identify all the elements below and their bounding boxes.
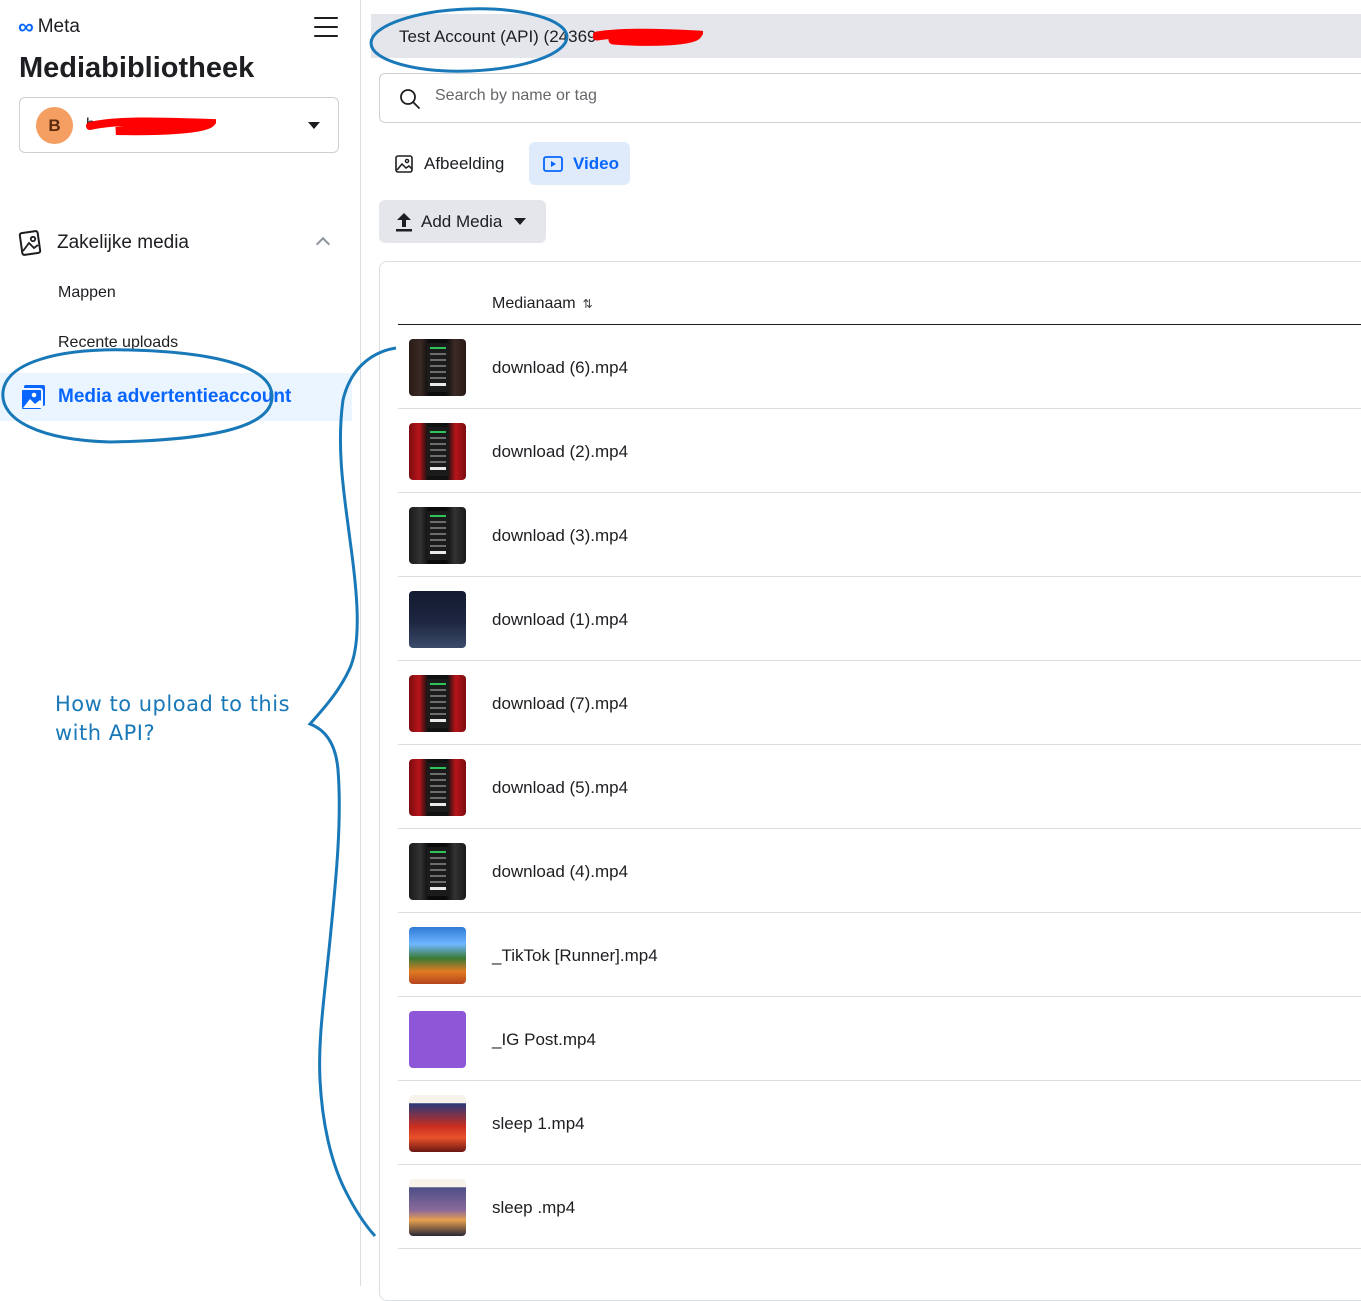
media-name: _IG Post.mp4 [492,1030,596,1049]
upload-icon [396,212,412,231]
page-title: Mediabibliotheek [19,52,255,84]
add-media-label: Add Media [421,211,503,231]
tab-afbeelding[interactable]: Afbeelding [379,142,519,185]
table-row[interactable]: download (2).mp4 [398,409,1361,493]
ad-account-media-icon [20,385,45,411]
account-title: Test Account (API) (24369 [399,27,597,46]
tab-video[interactable]: Video [529,142,630,185]
avatar: B [36,107,73,144]
chevron-down-icon [308,122,320,129]
video-thumbnail [409,927,466,984]
video-thumbnail [409,675,466,732]
media-name: download (5).mp4 [492,778,629,797]
video-thumbnail [409,843,466,900]
annotation-line-2: with API? [55,721,156,745]
add-media-button[interactable]: Add Media [379,200,546,243]
chevron-down-icon [514,218,527,225]
video-thumbnail [409,759,466,816]
sidebar: ∞ Meta Mediabibliotheek B b Zakelijke me… [0,0,361,1286]
media-name: download (1).mp4 [492,610,629,629]
video-thumbnail [409,423,466,480]
media-name: download (7).mp4 [492,694,629,713]
search-input[interactable] [433,86,1137,106]
table-row[interactable]: download (5).mp4 [398,745,1361,829]
media-name: download (2).mp4 [492,442,629,461]
video-icon [543,155,563,172]
video-thumbnail [409,1095,466,1152]
annotation-line-1: How to upload to this [55,692,291,716]
media-name: _TikTok [Runner].mp4 [492,946,658,965]
column-header-label: Medianaam [492,295,576,312]
sidebar-item-mappen[interactable]: Mappen [58,284,116,302]
media-table: Medianaam ⇅ download (6).mp4 download (2)… [379,261,1361,1301]
table-row[interactable]: download (4).mp4 [398,829,1361,913]
table-row[interactable]: _TikTok [Runner].mp4 [398,913,1361,997]
chevron-up-icon[interactable] [315,236,331,252]
meta-logo[interactable]: ∞ Meta [18,16,80,38]
redaction-mark [593,28,703,46]
media-name: sleep 1.mp4 [492,1114,585,1133]
tab-label: Video [573,153,619,173]
video-thumbnail [409,339,466,396]
table-row[interactable]: download (6).mp4 [398,325,1361,409]
column-header-medianaam[interactable]: Medianaam ⇅ [492,295,593,313]
meta-brand-text: Meta [37,16,80,37]
account-selector[interactable]: B b [19,97,339,153]
sidebar-item-label: Media advertentieaccount [58,386,292,407]
sidebar-item-recente-uploads[interactable]: Recente uploads [58,334,178,352]
image-icon [395,154,413,173]
table-row[interactable]: download (7).mp4 [398,661,1361,745]
media-name: download (3).mp4 [492,526,629,545]
media-name: download (6).mp4 [492,358,629,377]
sidebar-item-media-advertentieaccount[interactable]: Media advertentieaccount [0,373,352,421]
account-header-bar: Test Account (API) (24369 [371,14,1361,58]
video-thumbnail [409,507,466,564]
nav-group-zakelijke-media[interactable]: Zakelijke media [18,226,338,260]
table-row[interactable]: download (3).mp4 [398,493,1361,577]
sort-icon[interactable]: ⇅ [583,297,593,311]
table-row[interactable]: _IG Post.mp4 [398,997,1361,1081]
redaction-mark [86,117,216,136]
video-thumbnail [409,1011,466,1068]
hamburger-menu-icon[interactable] [314,17,338,39]
media-name: download (4).mp4 [492,862,629,881]
meta-infinity-icon: ∞ [18,14,34,39]
video-thumbnail [409,591,466,648]
table-row[interactable]: sleep 1.mp4 [398,1081,1361,1165]
media-name: sleep .mp4 [492,1198,576,1217]
search-icon [400,89,420,109]
table-body: download (6).mp4 download (2).mp4 download… [398,325,1361,1249]
search-bar[interactable] [379,73,1361,123]
media-library-icon [18,230,42,256]
tab-label: Afbeelding [424,153,505,173]
table-row[interactable]: download (1).mp4 [398,577,1361,661]
nav-group-label: Zakelijke media [57,232,189,253]
video-thumbnail [409,1179,466,1236]
table-row[interactable]: sleep .mp4 [398,1165,1361,1249]
annotation-question: How to upload to this with API? [55,690,290,748]
